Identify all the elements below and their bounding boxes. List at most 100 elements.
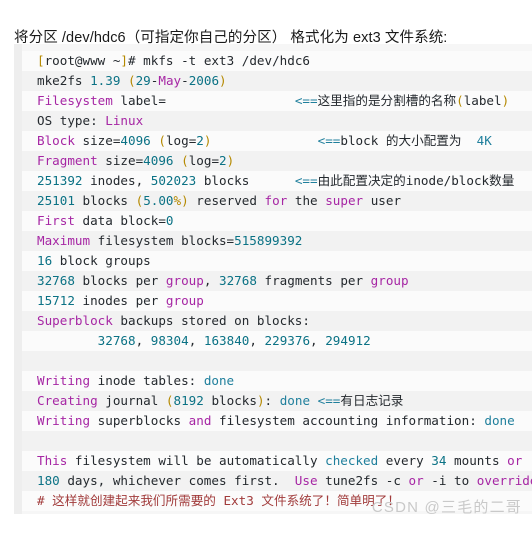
code-token: every <box>378 453 432 468</box>
code-line: 25101 blocks (5.00%) reserved for the su… <box>14 191 532 211</box>
code-token: 的大小配置为 <box>385 133 462 148</box>
code-token: 1.39 <box>90 73 121 88</box>
code-token: ( <box>456 93 464 108</box>
code-token: 32768 <box>219 273 257 288</box>
code-token: 32768 <box>37 273 75 288</box>
code-token: 163840 <box>203 333 250 348</box>
code-token: 180 <box>37 473 60 488</box>
code-token: 2 <box>196 133 204 148</box>
code-line: This filesystem will be automatically ch… <box>14 451 532 471</box>
code-line: OS type: Linux <box>14 111 532 131</box>
code-token: 4096 <box>143 153 174 168</box>
code-line: 32768 blocks per group, 32768 fragments … <box>14 271 532 291</box>
code-token: <== <box>317 133 341 148</box>
code-token: # mkfs -t ext3 /dev/hdc6 <box>128 53 310 68</box>
code-token: 8192 <box>173 393 204 408</box>
code-token: ) <box>501 93 510 108</box>
code-token: done <box>203 373 235 388</box>
code-token: 5.00 <box>143 193 174 208</box>
code-token: root@www ~ <box>44 53 121 68</box>
code-scroll-area[interactable]: [root@www ~]# mkfs -t ext3 /dev/hdc6 mke2… <box>14 44 532 514</box>
code-token: 32768 <box>97 333 136 348</box>
code-line: 251392 inodes, 502023 blocks <==由此配置决定的i… <box>14 171 532 191</box>
code-token: filesystem will be automatically <box>67 453 326 468</box>
code-line: 16 block groups <box>14 251 532 271</box>
code-token: blocks <box>74 193 136 208</box>
code-token: log <box>188 153 212 168</box>
code-token: tune2fs -c <box>317 473 409 488</box>
code-token: 2006 <box>188 73 220 88</box>
code-token: days, whichever comes first. <box>59 473 295 488</box>
code-token: May <box>158 73 182 88</box>
code-token: 502023 <box>150 173 197 188</box>
code-token: block <box>340 133 386 148</box>
code-line <box>14 431 532 451</box>
code-token: = <box>211 153 220 168</box>
code-token: <== <box>317 393 341 408</box>
code-token: This <box>37 453 68 468</box>
code-token: group <box>165 293 204 308</box>
code-token: # 这样就创建起来我们所需要的 Ext3 文件系统了！简单明了！ <box>37 493 400 508</box>
code-token: 4K <box>476 133 492 148</box>
code-line: Filesystem label= <==这里指的是分割槽的名称(label) <box>14 91 532 111</box>
code-line: Writing superblocks and filesystem accou… <box>14 411 532 431</box>
code-token: , <box>188 333 204 348</box>
code-token: reserved <box>188 193 265 208</box>
code-token: label <box>463 93 502 108</box>
page-root: 将分区 /dev/hdc6（可指定你自己的分区） 格式化为 ext3 文件系统:… <box>0 0 532 535</box>
code-token: - <box>181 73 189 88</box>
code-token: done <box>279 393 311 408</box>
code-token: , <box>135 333 151 348</box>
code-token: inodes, <box>82 173 151 188</box>
code-line-list: [root@www ~]# mkfs -t ext3 /dev/hdc6 mke2… <box>14 51 532 511</box>
code-token: ) <box>226 153 235 168</box>
code-token: the <box>287 193 326 208</box>
code-token: block groups <box>52 253 151 268</box>
code-token: -i to <box>423 473 477 488</box>
code-token: Writing <box>37 373 91 388</box>
code-token: , <box>249 333 265 348</box>
code-line: mke2fs 1.39 (29-May-2006) <box>14 71 532 91</box>
code-line: Fragment size=4096 (log=2) <box>14 151 532 171</box>
csdn-watermark: CSDN @三毛的二哥 <box>371 499 522 516</box>
code-line: Creating journal (8192 blocks): done <==… <box>14 391 532 411</box>
code-token: or <box>507 453 523 468</box>
code-token: inodes per <box>74 293 166 308</box>
code-token: Use <box>294 473 318 488</box>
code-token: Writing <box>37 413 91 428</box>
code-token: blocks <box>203 393 257 408</box>
code-token: ( <box>150 133 166 148</box>
code-line: Writing inode tables: done <box>14 371 532 391</box>
code-block[interactable]: [root@www ~]# mkfs -t ext3 /dev/hdc6 mke2… <box>14 44 532 514</box>
code-token: done <box>484 413 515 428</box>
code-token: mke2fs <box>37 73 91 88</box>
code-token: override <box>476 473 532 488</box>
code-token: 34 <box>431 453 447 468</box>
code-token: ) <box>219 73 227 88</box>
code-line: 180 days, whichever comes first. Use tun… <box>14 471 532 491</box>
code-token: 由此配置决定的inode/block数量 <box>317 173 515 188</box>
code-line: 32768, 98304, 163840, 229376, 294912 <box>14 331 532 351</box>
code-token: ] <box>120 53 129 68</box>
code-token: checked <box>325 453 379 468</box>
code-token: 2 <box>219 153 227 168</box>
code-token: log <box>165 133 189 148</box>
code-token: or <box>408 473 424 488</box>
code-token: size= <box>74 133 121 148</box>
code-line: 15712 inodes per group <box>14 291 532 311</box>
code-token: fragments per <box>256 273 371 288</box>
code-token: inode tables: <box>90 373 204 388</box>
code-token: super <box>325 193 364 208</box>
code-token: Filesystem <box>37 93 113 108</box>
code-token: , <box>310 333 326 348</box>
code-line: Maximum filesystem blocks=515899392 <box>14 231 532 251</box>
code-line: First data block=0 <box>14 211 532 231</box>
code-token: label= <box>112 93 166 108</box>
code-token: superblocks <box>90 413 189 428</box>
code-token: mounts <box>446 453 508 468</box>
code-token: blocks per <box>74 273 166 288</box>
